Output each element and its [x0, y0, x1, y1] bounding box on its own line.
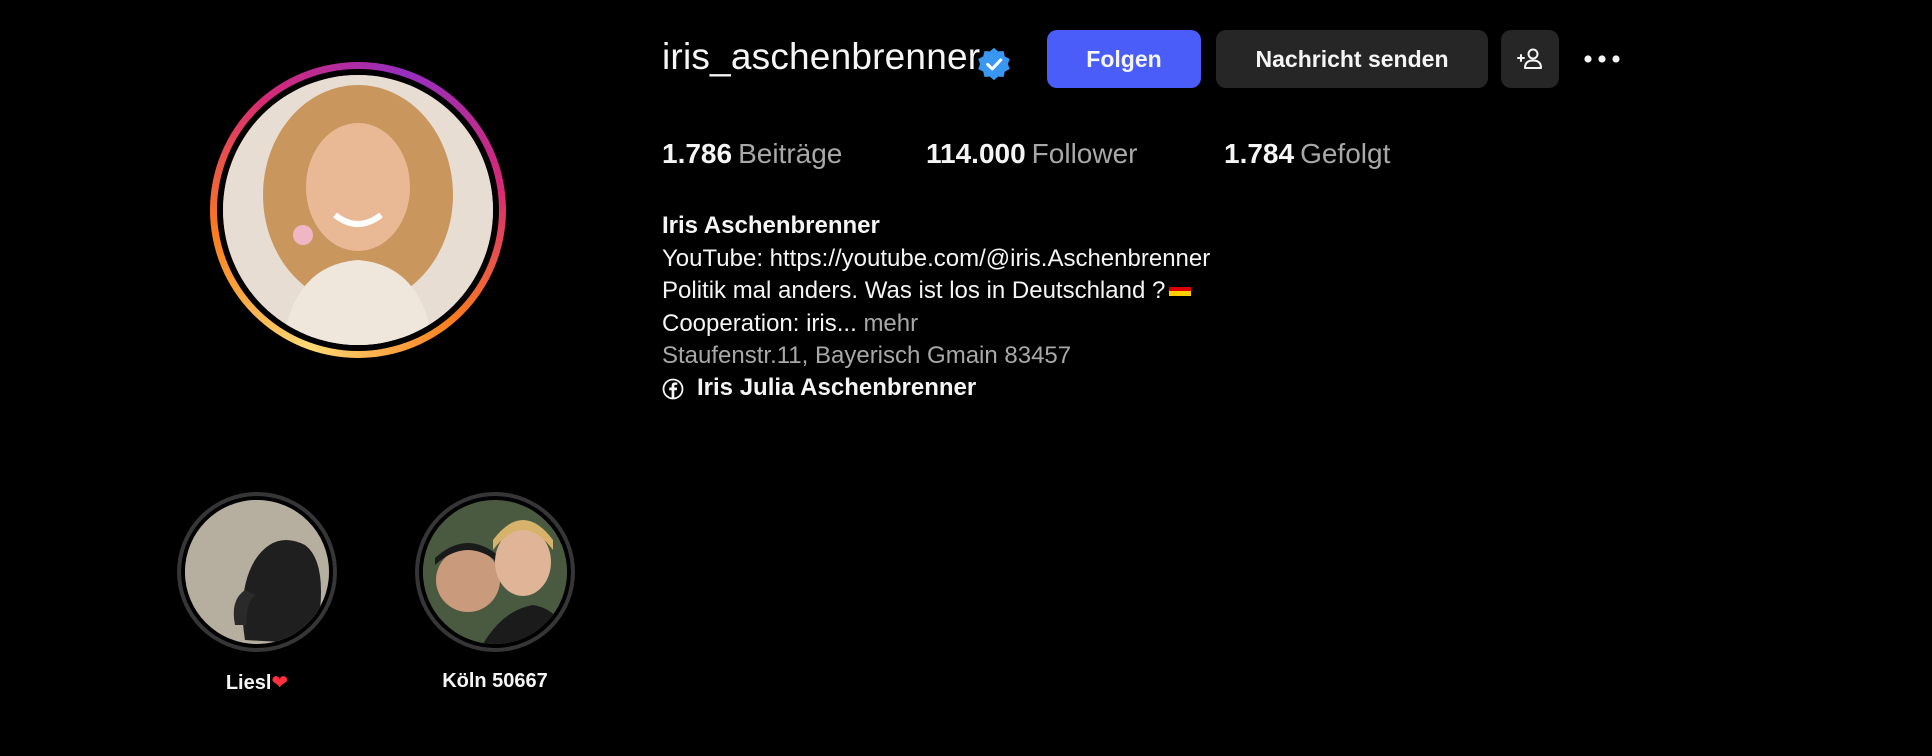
- bio-address: Staufenstr.11, Bayerisch Gmain 83457: [662, 342, 1072, 369]
- bio-full-name: Iris Aschenbrenner: [662, 212, 880, 239]
- bio-line-politics: Politik mal anders. Was ist los in Deuts…: [662, 275, 1192, 307]
- red-heart-icon: ❤: [271, 672, 289, 694]
- posts-count: 1.786 Beiträge: [662, 138, 843, 169]
- bio-more-link[interactable]: mehr: [863, 310, 918, 337]
- followers-count[interactable]: 114.000 Follower: [926, 138, 1137, 170]
- highlight-cover-image: [185, 500, 329, 644]
- profile-page: iris_aschenbrenner Folgen Nachricht send…: [0, 0, 1932, 756]
- profile-username: iris_aschenbrenner: [662, 36, 981, 77]
- suggested-accounts-button[interactable]: [1501, 30, 1559, 88]
- facebook-profile-link[interactable]: Iris Julia Aschenbrenner: [697, 372, 976, 404]
- germany-flag-icon: [1169, 282, 1192, 296]
- following-count[interactable]: 1.784 Gefolgt: [1224, 138, 1390, 170]
- add-person-icon: [1517, 48, 1542, 69]
- bio-line-cooperation: Cooperation: iris... mehr: [662, 310, 919, 337]
- highlight-label: Köln 50667: [442, 670, 548, 692]
- profile-avatar[interactable]: [223, 75, 493, 345]
- bio-line-youtube: YouTube: https://youtube.com/@iris.Asche…: [662, 245, 1211, 272]
- verified-badge-icon: [978, 47, 1010, 81]
- highlight-photo-selfie: [423, 500, 567, 644]
- story-highlight[interactable]: Liesl❤: [177, 492, 337, 695]
- story-highlight[interactable]: Köln 50667: [415, 492, 575, 693]
- highlight-photo-horse: [185, 500, 329, 644]
- avatar-photo: [223, 75, 493, 345]
- more-options-icon[interactable]: [1582, 48, 1622, 70]
- facebook-icon: [662, 378, 684, 400]
- follow-button[interactable]: Folgen: [1047, 30, 1201, 88]
- profile-avatar-story-ring[interactable]: [210, 62, 506, 358]
- send-message-button[interactable]: Nachricht senden: [1216, 30, 1488, 88]
- highlight-label: Liesl❤: [225, 672, 289, 694]
- highlight-cover-image: [423, 500, 567, 644]
